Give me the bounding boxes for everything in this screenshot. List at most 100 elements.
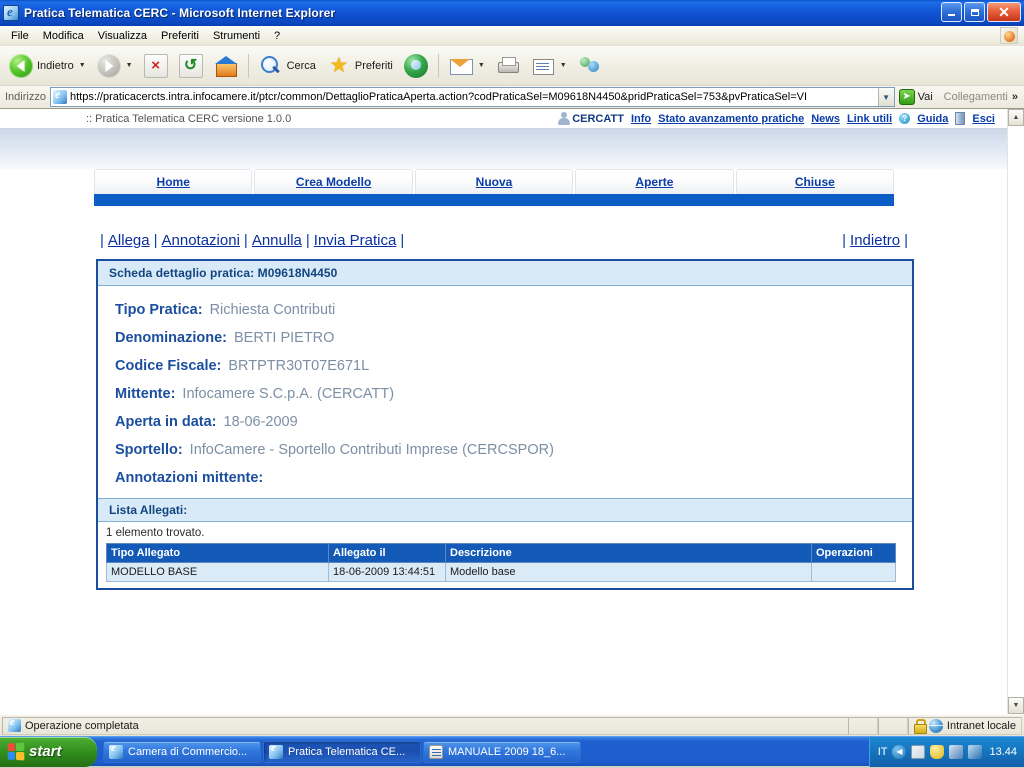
- security-shield-icon[interactable]: [930, 744, 945, 759]
- tray-app-icon[interactable]: [968, 744, 983, 759]
- field-aperta-in-data-label: Aperta in data:: [115, 414, 217, 430]
- media-button[interactable]: [399, 50, 433, 82]
- window-controls: ✕: [941, 2, 1021, 22]
- clock[interactable]: 13.44: [989, 746, 1017, 758]
- action-link-allega[interactable]: Allega: [108, 232, 150, 249]
- header-link-info[interactable]: Info: [631, 113, 651, 125]
- forward-button[interactable]: ▼: [92, 50, 138, 82]
- home-button[interactable]: [209, 50, 243, 82]
- menu-item-file[interactable]: File: [4, 28, 36, 44]
- language-indicator[interactable]: IT: [878, 746, 888, 758]
- tab-nuova[interactable]: Nuova: [414, 169, 574, 194]
- header-link-utili[interactable]: Link utili: [847, 113, 892, 125]
- taskbar-item-manuale[interactable]: MANUALE 2009 18_6...: [423, 740, 581, 763]
- tab-home-label: Home: [156, 175, 190, 189]
- links-bar[interactable]: Collegamenti »: [940, 91, 1022, 103]
- header-link-esci[interactable]: Esci: [972, 113, 995, 125]
- mail-dropdown-icon[interactable]: ▼: [478, 62, 485, 69]
- table-row[interactable]: MODELLO BASE 18-06-2009 13:44:51 Modello…: [106, 562, 896, 582]
- back-dropdown-icon[interactable]: ▼: [79, 62, 86, 69]
- action-links-bar: | Allega | Annotazioni | Annulla | Invia…: [96, 232, 912, 249]
- column-header-tipo-allegato[interactable]: Tipo Allegato: [106, 543, 329, 563]
- close-button[interactable]: ✕: [987, 2, 1021, 22]
- favorites-button-label: Preferiti: [354, 59, 393, 72]
- search-button[interactable]: Cerca: [254, 50, 321, 82]
- tab-aperte[interactable]: Aperte: [575, 169, 734, 194]
- start-button-label: start: [29, 743, 62, 760]
- status-message: Operazione completata: [25, 719, 139, 732]
- status-spacer-1: [847, 716, 878, 735]
- field-aperta-in-data-value: 18-06-2009: [223, 414, 298, 430]
- stop-button[interactable]: [139, 50, 173, 82]
- column-header-descrizione[interactable]: Descrizione: [445, 543, 812, 563]
- window-title: Pratica Telematica CERC - Microsoft Inte…: [24, 6, 336, 20]
- field-denominazione-value: BERTI PIETRO: [233, 330, 335, 346]
- app-header: :: Pratica Telematica CERC versione 1.0.…: [0, 109, 1007, 129]
- scroll-down-button[interactable]: ▼: [1008, 697, 1024, 714]
- help-icon: [899, 113, 911, 124]
- tab-crea-modello[interactable]: Crea Modello: [254, 169, 413, 194]
- vertical-scrollbar[interactable]: ▲ ▼: [1007, 109, 1024, 714]
- action-link-invia-pratica[interactable]: Invia Pratica: [314, 232, 397, 249]
- detail-panel-title: Scheda dettaglio pratica: M09618N4450: [98, 261, 912, 286]
- edit-button[interactable]: ▼: [526, 50, 572, 82]
- menu-item-help[interactable]: ?: [267, 28, 287, 44]
- network-icon[interactable]: [949, 744, 964, 759]
- mail-button[interactable]: ▼: [444, 50, 490, 82]
- menu-item-preferiti[interactable]: Preferiti: [154, 28, 206, 44]
- action-link-indietro[interactable]: Indietro: [850, 232, 900, 249]
- refresh-icon: [178, 53, 203, 78]
- edit-dropdown-icon[interactable]: ▼: [560, 62, 567, 69]
- menu-item-strumenti[interactable]: Strumenti: [206, 28, 267, 44]
- field-mittente-value: Infocamere S.C.p.A. (CERCATT): [182, 386, 395, 402]
- field-sportello: Sportello: InfoCamere - Sportello Contri…: [98, 436, 912, 464]
- field-annotazioni-mittente: Annotazioni mittente:: [98, 464, 912, 492]
- toolbar-separator: [247, 53, 249, 78]
- links-chevron-icon[interactable]: »: [1012, 91, 1018, 103]
- restore-button[interactable]: [964, 2, 985, 22]
- address-dropdown-icon[interactable]: ▼: [877, 88, 894, 106]
- messenger-button[interactable]: [573, 50, 607, 82]
- minimize-button[interactable]: [941, 2, 962, 22]
- taskbar-item-label: Pratica Telematica CE...: [288, 745, 406, 758]
- ie-app-icon: [3, 4, 19, 21]
- action-link-annotazioni[interactable]: Annotazioni: [162, 232, 240, 249]
- menu-bar: File Modifica Visualizza Preferiti Strum…: [0, 26, 1024, 46]
- column-header-operazioni[interactable]: Operazioni: [811, 543, 896, 563]
- field-annotazioni-mittente-label: Annotazioni mittente:: [115, 470, 264, 486]
- column-header-allegato-il[interactable]: Allegato il: [328, 543, 446, 563]
- refresh-button[interactable]: [174, 50, 208, 82]
- scrollbar-track[interactable]: [1008, 126, 1024, 697]
- attachments-section-title: Lista Allegati:: [98, 498, 912, 522]
- field-codice-fiscale-value: BRTPTR30T07E671L: [228, 358, 370, 374]
- table-header-row: Tipo Allegato Allegato il Descrizione Op…: [106, 543, 896, 563]
- tab-home[interactable]: Home: [94, 169, 253, 194]
- print-button[interactable]: [491, 50, 525, 82]
- forward-dropdown-icon[interactable]: ▼: [126, 62, 133, 69]
- globe-icon: [928, 718, 943, 733]
- address-url-text: https://praticacercts.intra.infocamere.i…: [69, 91, 808, 103]
- taskbar-item-pratica-telematica[interactable]: Pratica Telematica CE...: [263, 740, 421, 763]
- start-button[interactable]: start: [0, 736, 97, 767]
- go-button[interactable]: ➤ Vai: [895, 89, 940, 105]
- tray-expand-icon[interactable]: ◀: [892, 744, 907, 759]
- action-link-annulla[interactable]: Annulla: [252, 232, 302, 249]
- scroll-up-button[interactable]: ▲: [1008, 109, 1024, 126]
- header-link-guida[interactable]: Guida: [917, 113, 948, 125]
- printer-icon: [496, 54, 520, 78]
- taskbar-item-camera-di-commercio[interactable]: Camera di Commercio...: [103, 740, 261, 763]
- header-link-news[interactable]: News: [811, 113, 840, 125]
- tab-chiuse[interactable]: Chiuse: [735, 169, 895, 194]
- favorites-button[interactable]: ★ Preferiti: [322, 50, 398, 82]
- security-zone-cell[interactable]: Intranet locale: [907, 716, 1022, 735]
- back-button[interactable]: Indietro ▼: [4, 50, 91, 82]
- search-icon: [259, 54, 283, 78]
- go-button-label: Vai: [917, 91, 933, 103]
- menu-item-visualizza[interactable]: Visualizza: [91, 28, 154, 44]
- header-link-stato-avanzamento[interactable]: Stato avanzamento pratiche: [658, 113, 804, 125]
- java-icon[interactable]: [911, 744, 926, 759]
- field-sportello-label: Sportello:: [115, 442, 183, 458]
- address-input[interactable]: https://praticacercts.intra.infocamere.i…: [49, 87, 895, 107]
- menu-item-modifica[interactable]: Modifica: [36, 28, 91, 44]
- cell-descrizione: Modello base: [445, 562, 812, 582]
